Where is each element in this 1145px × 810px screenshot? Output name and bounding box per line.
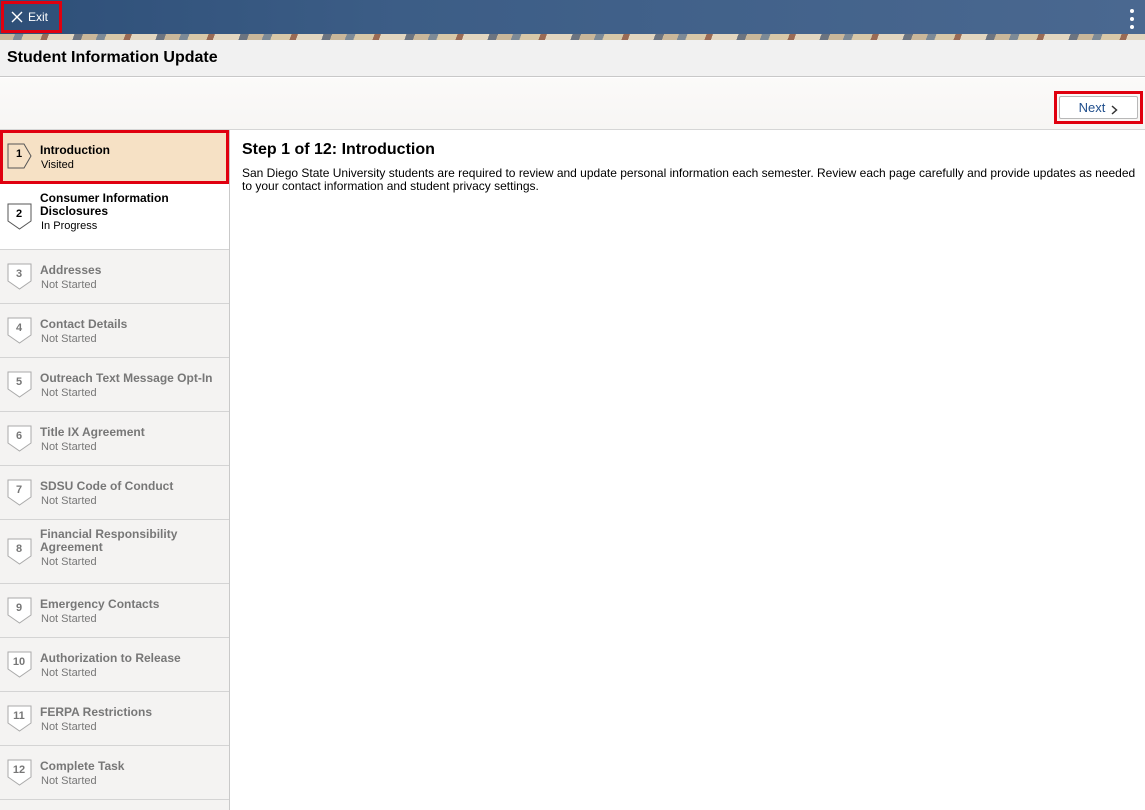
step-label: Addresses (40, 263, 102, 277)
step-number-badge: 8 (7, 538, 33, 566)
step-number: 1 (15, 148, 23, 160)
step-status: Not Started (41, 775, 97, 787)
step-number-badge: 2 (7, 203, 33, 231)
step-label: Authorization to Release (40, 651, 181, 665)
step-status: Not Started (41, 613, 97, 625)
step-number-badge: 12 (7, 759, 33, 787)
step-status: Not Started (41, 667, 97, 679)
step-description: San Diego State University students are … (242, 166, 1136, 193)
step-number: 3 (15, 268, 23, 280)
step-status: Not Started (41, 556, 97, 568)
more-options-icon[interactable] (1127, 9, 1137, 29)
step-label: Outreach Text Message Opt-In (40, 371, 213, 385)
step-number-badge: 10 (7, 651, 33, 679)
step-label: FERPA Restrictions (40, 705, 153, 719)
top-banner: Exit (0, 0, 1145, 40)
step-number: 11 (13, 710, 25, 722)
step-number-badge: 4 (7, 317, 33, 345)
step-number: 9 (15, 602, 23, 614)
step-item-12[interactable]: 12 Complete Task Not Started (0, 746, 229, 800)
step-label: Introduction (40, 143, 110, 157)
step-item-5[interactable]: 5 Outreach Text Message Opt-In Not Started (0, 358, 229, 412)
step-number: 10 (12, 656, 26, 668)
navigation-bar: Next (0, 78, 1145, 130)
step-status: Not Started (41, 279, 97, 291)
step-item-11[interactable]: 11 FERPA Restrictions Not Started (0, 692, 229, 746)
step-item-4[interactable]: 4 Contact Details Not Started (0, 304, 229, 358)
step-label: Financial Responsibility Agreement (40, 527, 178, 554)
step-heading: Step 1 of 12: Introduction (242, 141, 435, 158)
step-status: Not Started (41, 441, 97, 453)
step-sidebar: 1 Introduction Visited 2 Consumer Informatio… (0, 130, 230, 810)
step-status: Not Started (41, 721, 97, 733)
step-status: Not Started (41, 495, 97, 507)
step-number: 4 (15, 322, 23, 334)
step-item-7[interactable]: 7 SDSU Code of Conduct Not Started (0, 466, 229, 520)
step-item-9[interactable]: 9 Emergency Contacts Not Started (0, 584, 229, 638)
step-number: 8 (15, 543, 23, 555)
step-number-badge: 5 (7, 371, 33, 399)
step-number: 7 (15, 484, 23, 496)
step-number-badge: 6 (7, 425, 33, 453)
step-status: In Progress (41, 220, 98, 232)
step-label: Emergency Contacts (40, 597, 160, 611)
title-bar: Student Information Update (0, 40, 1145, 77)
step-item-1[interactable]: 1 Introduction Visited (0, 130, 229, 184)
step-label: SDSU Code of Conduct (40, 479, 174, 493)
step-status: Not Started (41, 387, 97, 399)
step-item-10[interactable]: 10 Authorization to Release Not Started (0, 638, 229, 692)
step-number: 6 (15, 430, 23, 442)
next-button[interactable]: Next (1059, 96, 1138, 119)
step-number-badge: 7 (7, 479, 33, 507)
page-title: Student Information Update (7, 49, 218, 66)
main-content: Step 1 of 12: Introduction San Diego Sta… (242, 141, 1137, 193)
step-label: Contact Details (40, 317, 128, 331)
step-number-badge: 3 (7, 263, 33, 291)
step-status: Visited (41, 159, 74, 171)
step-item-2[interactable]: 2 Consumer Information Disclosures In Prog… (0, 184, 229, 250)
step-label: Consumer Information Disclosures (40, 191, 169, 218)
step-label: Title IX Agreement (40, 425, 145, 439)
next-label: Next (1078, 100, 1106, 115)
step-status: Not Started (41, 333, 97, 345)
step-number-badge: 1 (7, 143, 33, 171)
step-item-8[interactable]: 8 Financial Responsibility Agreement Not S… (0, 520, 229, 584)
exit-label: Exit (28, 10, 49, 24)
step-number: 2 (15, 208, 23, 220)
step-number: 5 (15, 376, 23, 388)
exit-button[interactable]: Exit (1, 1, 62, 33)
step-number-badge: 9 (7, 597, 33, 625)
step-number-badge: 11 (7, 705, 33, 733)
step-item-3[interactable]: 3 Addresses Not Started (0, 250, 229, 304)
close-icon (11, 11, 23, 23)
next-button-highlight: Next (1054, 91, 1143, 124)
step-number: 12 (12, 764, 26, 776)
step-item-6[interactable]: 6 Title IX Agreement Not Started (0, 412, 229, 466)
step-label: Complete Task (40, 759, 125, 773)
chevron-right-icon (1111, 103, 1118, 115)
